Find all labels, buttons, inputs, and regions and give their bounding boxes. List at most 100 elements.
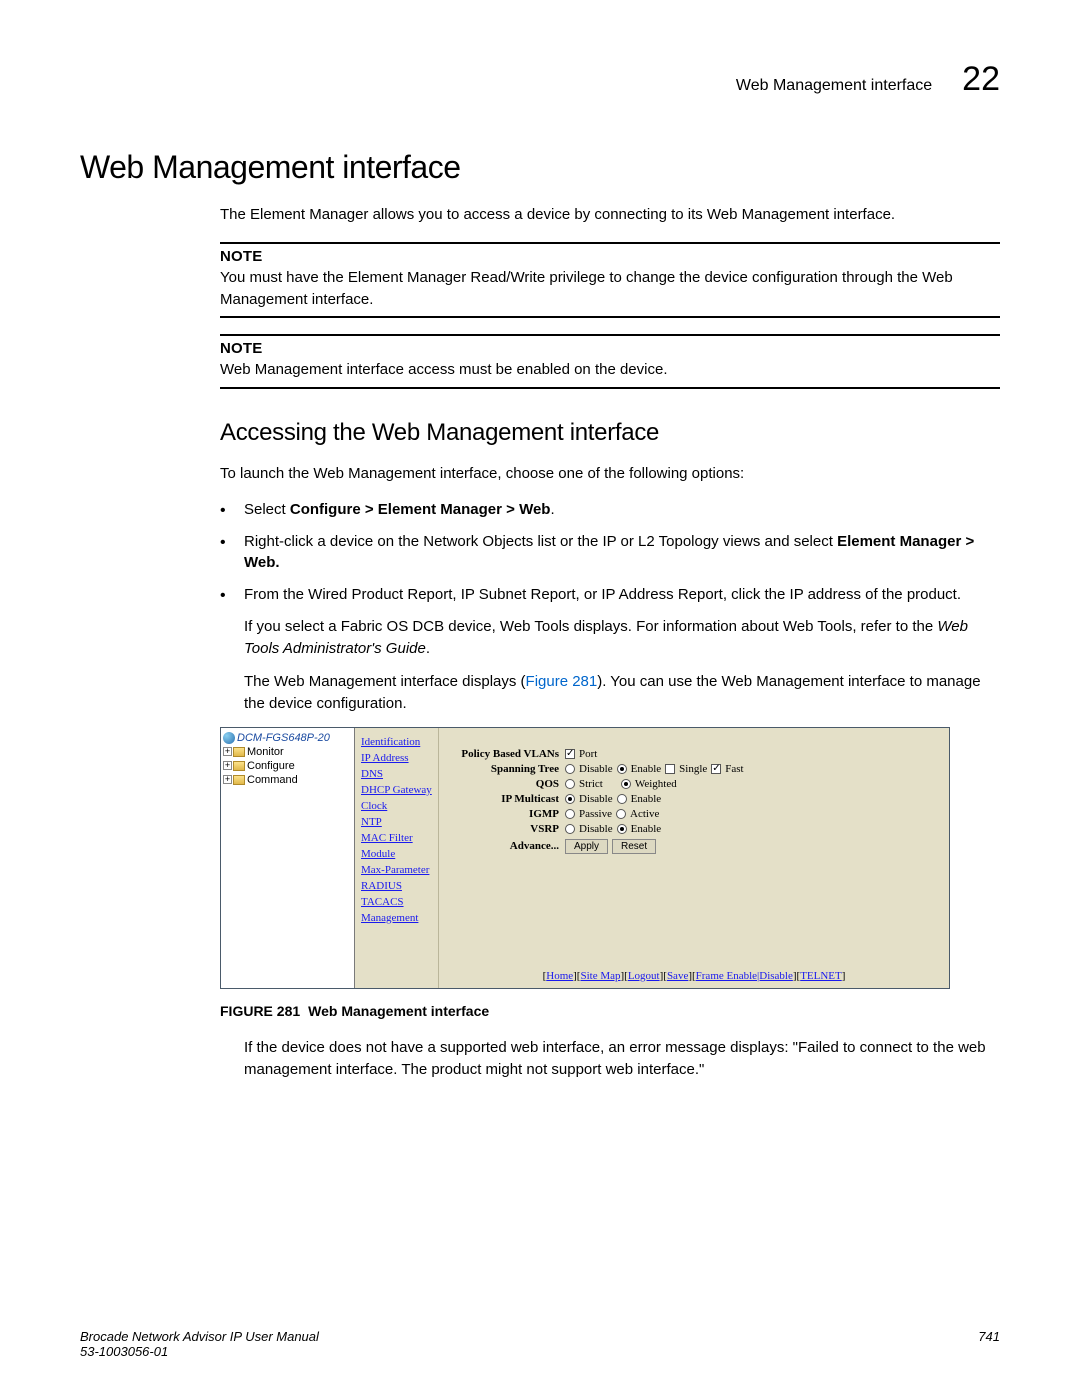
link-sitemap[interactable]: Site Map [580,970,620,982]
page-header: Web Management interface 22 [80,60,1000,99]
folder-icon [233,747,245,757]
tree-root[interactable]: DCM-FGS648P-20 [223,732,352,744]
globe-icon [223,732,235,744]
list-item-text: . [550,501,554,518]
opt-label: Fast [725,763,743,775]
tree-item-monitor[interactable]: +Monitor [223,746,352,758]
tree-item-command[interactable]: +Command [223,774,352,786]
qos-label: QOS [449,778,565,790]
note-block-2: NOTE Web Management interface access mus… [220,334,1000,389]
list-item: Right-click a device on the Network Obje… [220,531,1000,575]
ip-multicast-label: IP Multicast [449,793,565,805]
page-footer: Brocade Network Advisor IP User Manual 5… [80,1329,1000,1359]
ipm-enable-radio[interactable] [617,794,627,804]
opt-label: Disable [579,763,613,775]
menu-identification[interactable]: Identification [361,736,432,748]
spanning-tree-label: Spanning Tree [449,763,565,775]
list-item: Select Configure > Element Manager > Web… [220,499,1000,521]
figure-screenshot: DCM-FGS648P-20 +Monitor +Configure +Comm… [220,727,950,989]
menu-ip-address[interactable]: IP Address [361,752,432,764]
display-note: The Web Management interface displays (F… [244,671,1000,715]
list-item-text: Select [244,501,290,518]
pbv-port-label: Port [579,748,597,760]
section-heading: Web Management interface [80,149,1000,186]
config-menu: Identification IP Address DNS DHCP Gatew… [355,728,439,988]
menu-radius[interactable]: RADIUS [361,880,432,892]
st-single-checkbox[interactable] [665,764,675,774]
error-note: If the device does not have a supported … [244,1037,1000,1081]
menu-clock[interactable]: Clock [361,800,432,812]
opt-label: Passive [579,808,612,820]
menu-ntp[interactable]: NTP [361,816,432,828]
list-item-text: From the Wired Product Report, IP Subnet… [244,586,961,603]
config-panel: Policy Based VLANs Port Spanning Tree Di… [439,728,949,988]
apply-button[interactable]: Apply [565,839,608,854]
figure-title: Web Management interface [308,1003,489,1019]
vsrp-disable-radio[interactable] [565,824,575,834]
chapter-number: 22 [962,60,1000,99]
nav-tree: DCM-FGS648P-20 +Monitor +Configure +Comm… [221,728,355,988]
tree-item-configure[interactable]: +Configure [223,760,352,772]
text-run: If you select a Fabric OS DCB device, We… [244,618,937,635]
igmp-label: IGMP [449,808,565,820]
pbv-label: Policy Based VLANs [449,748,565,760]
qos-weighted-radio[interactable] [621,779,631,789]
document-id: 53-1003056-01 [80,1344,319,1359]
menu-max-parameter[interactable]: Max-Parameter [361,864,432,876]
menu-tacacs[interactable]: TACACS [361,896,432,908]
expand-icon[interactable]: + [223,775,232,784]
procedure-list: Select Configure > Element Manager > Web… [220,499,1000,606]
menu-mac-filter[interactable]: MAC Filter [361,832,432,844]
menu-path: Configure > Element Manager > Web [290,501,551,518]
text-run: . [426,640,430,657]
link-save[interactable]: Save [667,970,688,982]
fabric-note: If you select a Fabric OS DCB device, We… [244,616,1000,660]
footer-link-bar: [Home][Site Map][Logout][Save][Frame Ena… [439,970,949,982]
list-item-text: Right-click a device on the Network Obje… [244,533,837,550]
expand-icon[interactable]: + [223,761,232,770]
st-fast-checkbox[interactable] [711,764,721,774]
menu-module[interactable]: Module [361,848,432,860]
opt-label: Enable [631,823,662,835]
qos-strict-radio[interactable] [565,779,575,789]
menu-dhcp-gateway[interactable]: DHCP Gateway [361,784,432,796]
link-frame-toggle[interactable]: Frame Enable|Disable [696,970,793,982]
figure-label: FIGURE 281 [220,1003,300,1019]
note-label: NOTE [220,340,1000,357]
igmp-active-radio[interactable] [616,809,626,819]
text-run: The Web Management interface displays ( [244,673,526,690]
link-logout[interactable]: Logout [628,970,660,982]
note-text: You must have the Element Manager Read/W… [220,267,1000,311]
subsection-heading: Accessing the Web Management interface [220,419,1000,447]
list-item: From the Wired Product Report, IP Subnet… [220,584,1000,606]
opt-label: Strict [579,778,603,790]
figure-caption: FIGURE 281 Web Management interface [220,1003,1000,1019]
link-home[interactable]: Home [546,970,573,982]
subsection-lead: To launch the Web Management interface, … [220,463,1000,485]
opt-label: Enable [631,793,662,805]
manual-title: Brocade Network Advisor IP User Manual [80,1329,319,1344]
opt-label: Disable [579,793,613,805]
note-text: Web Management interface access must be … [220,359,1000,381]
menu-management[interactable]: Management [361,912,432,924]
st-disable-radio[interactable] [565,764,575,774]
figure-crossref[interactable]: Figure 281 [526,673,598,690]
intro-paragraph: The Element Manager allows you to access… [220,204,1000,226]
opt-label: Single [679,763,707,775]
folder-icon [233,761,245,771]
vsrp-enable-radio[interactable] [617,824,627,834]
link-telnet[interactable]: TELNET [800,970,842,982]
advance-label: Advance... [449,840,565,852]
igmp-passive-radio[interactable] [565,809,575,819]
page-number: 741 [978,1329,1000,1359]
menu-dns[interactable]: DNS [361,768,432,780]
ipm-disable-radio[interactable] [565,794,575,804]
st-enable-radio[interactable] [617,764,627,774]
pbv-port-checkbox[interactable] [565,749,575,759]
header-section-title: Web Management interface [736,77,932,95]
reset-button[interactable]: Reset [612,839,656,854]
opt-label: Enable [631,763,662,775]
expand-icon[interactable]: + [223,747,232,756]
folder-icon [233,775,245,785]
opt-label: Weighted [635,778,677,790]
